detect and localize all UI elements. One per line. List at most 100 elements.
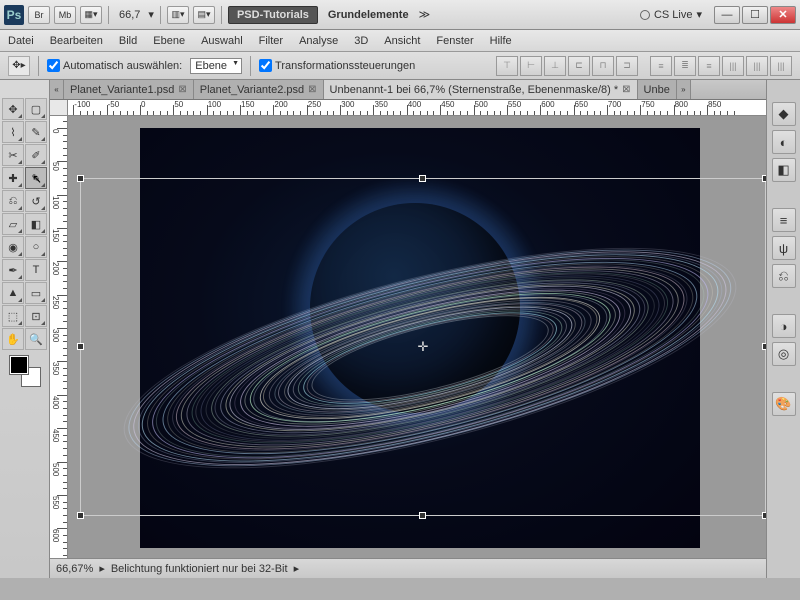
move-tool[interactable]: ✥ bbox=[2, 98, 24, 120]
canvas[interactable] bbox=[140, 128, 700, 548]
transform-handle[interactable] bbox=[762, 343, 766, 350]
blur-tool[interactable]: ◉ bbox=[2, 236, 24, 258]
dist-bottom-button[interactable]: ≡ bbox=[698, 56, 720, 76]
close-tab-icon[interactable]: ⊠ bbox=[178, 84, 186, 95]
minibridge-button[interactable]: Mb bbox=[54, 6, 76, 24]
document-tab[interactable]: Planet_Variante1.psd⊠ bbox=[64, 80, 194, 99]
foreground-color[interactable] bbox=[10, 356, 28, 374]
channels-panel-icon[interactable]: ◐ bbox=[772, 130, 796, 154]
status-arrow-icon[interactable]: ▸ bbox=[99, 562, 105, 575]
bridge-button[interactable]: Br bbox=[28, 6, 50, 24]
dist-top-button[interactable]: ≡ bbox=[650, 56, 672, 76]
dodge-tool[interactable]: ○ bbox=[25, 236, 47, 258]
menu-analyse[interactable]: Analyse bbox=[299, 35, 338, 47]
menu-hilfe[interactable]: Hilfe bbox=[490, 35, 512, 47]
ruler-horizontal[interactable]: -100-50050100150200250300350400450500550… bbox=[68, 100, 766, 116]
menu-filter[interactable]: Filter bbox=[259, 35, 283, 47]
transform-handle[interactable] bbox=[77, 343, 84, 350]
gradient-tool[interactable]: ◧ bbox=[25, 213, 47, 235]
canvas-area[interactable]: ✛ bbox=[68, 116, 766, 558]
menu-fenster[interactable]: Fenster bbox=[436, 35, 473, 47]
status-arrow-icon[interactable]: ▸ bbox=[294, 562, 300, 575]
paths-panel-icon[interactable]: ◧ bbox=[772, 158, 796, 182]
adjust-panel-icon[interactable]: ≡ bbox=[772, 208, 796, 232]
lasso-tool[interactable]: ⌇ bbox=[2, 121, 24, 143]
type-tool[interactable]: T bbox=[25, 259, 47, 281]
transform-handle[interactable] bbox=[77, 175, 84, 182]
swatches-panel-icon[interactable]: 🎨 bbox=[772, 392, 796, 416]
align-bottom-button[interactable]: ⊥ bbox=[544, 56, 566, 76]
document-tab[interactable]: Unbenannt-1 bei 66,7% (Sternenstraße, Eb… bbox=[324, 80, 638, 99]
color-swatches[interactable] bbox=[10, 356, 40, 386]
auto-select-dropdown[interactable]: Ebene bbox=[190, 58, 242, 74]
close-tab-icon[interactable]: ⊠ bbox=[308, 84, 316, 95]
toolbox: ✥ ▢ ⌇ ✎ ✂ ✐ ✚ ✎↖ ⎌ ↺ ▱ ◧ ◉ ○ ✒ T ▲ ▭ ⬚ ⊡… bbox=[0, 80, 50, 578]
marquee-tool[interactable]: ▢ bbox=[25, 98, 47, 120]
menu-bar: Datei Bearbeiten Bild Ebene Auswahl Filter Ana… bbox=[0, 30, 800, 52]
arrange-button[interactable]: ▥▾ bbox=[167, 6, 189, 24]
document-tab[interactable]: Unbe bbox=[638, 80, 677, 99]
dist-right-button[interactable]: ||| bbox=[770, 56, 792, 76]
close-button[interactable]: ✕ bbox=[770, 6, 796, 24]
transform-controls-checkbox[interactable]: Transformationssteuerungen bbox=[259, 59, 415, 72]
path-select-tool[interactable]: ▲ bbox=[2, 282, 24, 304]
shape-tool[interactable]: ▭ bbox=[25, 282, 47, 304]
dist-left-button[interactable]: ||| bbox=[722, 56, 744, 76]
history-panel-icon[interactable]: ◑ bbox=[772, 314, 796, 338]
status-message: Belichtung funktioniert nur bei 32-Bit bbox=[111, 563, 288, 575]
align-hcenter-button[interactable]: ⊓ bbox=[592, 56, 614, 76]
dist-hcenter-button[interactable]: ||| bbox=[746, 56, 768, 76]
tab-scroll-right[interactable]: » bbox=[677, 80, 691, 99]
styles-panel-icon[interactable]: ⎌ bbox=[772, 264, 796, 288]
masks-panel-icon[interactable]: ψ bbox=[772, 236, 796, 260]
workspace-pill[interactable]: PSD-Tutorials bbox=[228, 6, 318, 24]
workspace: « Planet_Variante1.psd⊠Planet_Variante2.… bbox=[50, 80, 766, 578]
eraser-tool[interactable]: ▱ bbox=[2, 213, 24, 235]
ruler-corner bbox=[50, 100, 68, 116]
hand-tool[interactable]: ✋ bbox=[2, 328, 24, 350]
menu-ansicht[interactable]: Ansicht bbox=[384, 35, 420, 47]
workspace-label[interactable]: Grundelemente bbox=[322, 9, 415, 21]
crop-tool[interactable]: ✂ bbox=[2, 144, 24, 166]
menu-auswahl[interactable]: Auswahl bbox=[201, 35, 243, 47]
cslive-button[interactable]: CS Live ▾ bbox=[632, 6, 710, 23]
eyedropper-tool[interactable]: ✐ bbox=[25, 144, 47, 166]
minimize-button[interactable]: — bbox=[714, 6, 740, 24]
ruler-vertical[interactable]: -500501001502002503003504004505005506006… bbox=[50, 116, 68, 558]
align-right-button[interactable]: ⊐ bbox=[616, 56, 638, 76]
history-brush-tool[interactable]: ↺ bbox=[25, 190, 47, 212]
transform-handle[interactable] bbox=[762, 175, 766, 182]
chevron-right-icon[interactable]: ≫ bbox=[419, 8, 431, 21]
zoom-tool[interactable]: 🔍 bbox=[25, 328, 47, 350]
extras-button[interactable]: ▤▾ bbox=[193, 6, 215, 24]
status-zoom[interactable]: 66,67% bbox=[56, 563, 93, 575]
menu-datei[interactable]: Datei bbox=[8, 35, 34, 47]
align-vcenter-button[interactable]: ⊢ bbox=[520, 56, 542, 76]
menu-bild[interactable]: Bild bbox=[119, 35, 137, 47]
auto-select-checkbox[interactable]: Automatisch auswählen: bbox=[47, 59, 182, 72]
3d-tool[interactable]: ⬚ bbox=[2, 305, 24, 327]
maximize-button[interactable]: ☐ bbox=[742, 6, 768, 24]
close-tab-icon[interactable]: ⊠ bbox=[622, 84, 630, 95]
dist-vcenter-button[interactable]: ≣ bbox=[674, 56, 696, 76]
screenmode-button[interactable]: ▦▾ bbox=[80, 6, 102, 24]
document-tab[interactable]: Planet_Variante2.psd⊠ bbox=[194, 80, 324, 99]
tab-scroll-left[interactable]: « bbox=[50, 80, 64, 99]
menu-bearbeiten[interactable]: Bearbeiten bbox=[50, 35, 103, 47]
layers-panel-icon[interactable]: ◆ bbox=[772, 102, 796, 126]
brush-tool[interactable]: ✎↖ bbox=[25, 167, 47, 189]
actions-panel-icon[interactable]: ◎ bbox=[772, 342, 796, 366]
stamp-tool[interactable]: ⎌ bbox=[2, 190, 24, 212]
zoom-value[interactable]: 66,7 bbox=[115, 9, 144, 21]
align-left-button[interactable]: ⊏ bbox=[568, 56, 590, 76]
pen-tool[interactable]: ✒ bbox=[2, 259, 24, 281]
align-top-button[interactable]: ⊤ bbox=[496, 56, 518, 76]
move-tool-icon[interactable]: ✥▸ bbox=[8, 56, 30, 76]
menu-3d[interactable]: 3D bbox=[354, 35, 368, 47]
quickselect-tool[interactable]: ✎ bbox=[25, 121, 47, 143]
transform-handle[interactable] bbox=[77, 512, 84, 519]
transform-handle[interactable] bbox=[762, 512, 766, 519]
3dcam-tool[interactable]: ⊡ bbox=[25, 305, 47, 327]
healing-tool[interactable]: ✚ bbox=[2, 167, 24, 189]
menu-ebene[interactable]: Ebene bbox=[153, 35, 185, 47]
